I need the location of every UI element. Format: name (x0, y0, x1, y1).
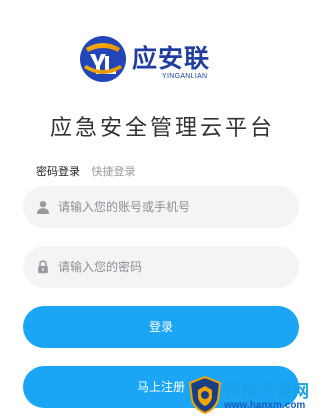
shield-logo-icon (188, 376, 222, 414)
logo-name: 应安联 (132, 44, 211, 73)
account-field (23, 186, 299, 228)
tab-password-login[interactable]: 密码登录 (36, 163, 80, 179)
yal-emblem-icon (80, 36, 126, 82)
logo-subtitle: YINGANLIAN (162, 73, 208, 80)
lock-icon (38, 260, 48, 274)
site-watermark: 西美手游网 www.hanxm.com (188, 374, 325, 417)
login-tabs: 密码登录 快捷登录 (36, 163, 144, 179)
login-button[interactable]: 登录 (23, 306, 299, 348)
app-logo: 应安联 YINGANLIAN (78, 33, 248, 87)
password-input[interactable] (58, 246, 288, 288)
watermark-url: www.hanxm.com (224, 400, 306, 411)
tab-quick-login[interactable]: 快捷登录 (92, 163, 136, 179)
user-icon (37, 201, 49, 214)
account-input[interactable] (58, 186, 288, 228)
watermark-name: 西美手游网 (224, 382, 309, 402)
page-title: 应急安全管理云平台 (49, 116, 275, 141)
password-field (23, 246, 299, 288)
